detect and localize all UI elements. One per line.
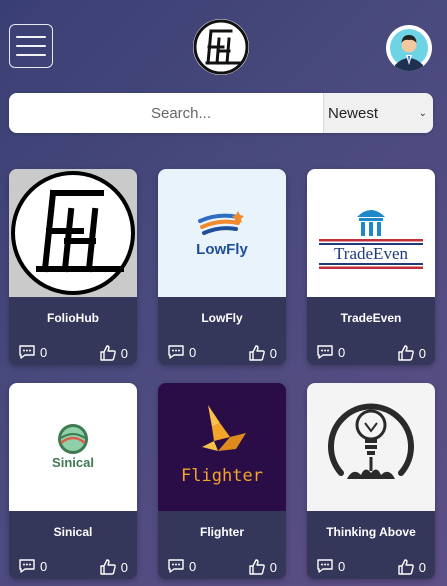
sort-select-value: Newest: [328, 104, 379, 122]
card-info: Thinking Above 0 0: [307, 511, 435, 579]
comment-count[interactable]: 0: [316, 344, 345, 360]
like-count[interactable]: 0: [397, 558, 426, 576]
comment-count[interactable]: 0: [18, 558, 47, 574]
card-title: TradeEven: [340, 311, 402, 325]
flighter-logo-text: Flighter: [181, 466, 263, 486]
app-header: [0, 0, 447, 92]
tradeeven-logo-image: TradeEven: [307, 169, 435, 297]
comment-icon: [317, 559, 333, 573]
project-card[interactable]: LowFly LowFly 0 0: [158, 169, 286, 365]
comment-icon: [168, 345, 184, 359]
chevron-down-icon: ⌄: [418, 107, 427, 119]
flighter-logo-image: Flighter: [158, 383, 286, 511]
project-card[interactable]: TradeEven TradeEven 0 0: [307, 169, 435, 365]
card-title: LowFly: [201, 311, 243, 325]
like-count[interactable]: 0: [248, 558, 277, 576]
project-card[interactable]: Flighter Flighter 0 0: [158, 383, 286, 579]
comment-icon: [168, 559, 184, 573]
like-count[interactable]: 0: [99, 558, 128, 576]
thumbs-up-icon: [249, 345, 265, 361]
card-title: Flighter: [200, 525, 244, 539]
comment-count[interactable]: 0: [167, 558, 196, 574]
tradeeven-logo-text: TradeEven: [334, 244, 408, 263]
thumbs-up-icon: [398, 559, 414, 575]
comment-count[interactable]: 0: [316, 558, 345, 574]
hamburger-menu-icon: [16, 36, 46, 38]
sinical-logo-text: Sinical: [52, 455, 94, 470]
sort-select[interactable]: Newest ⌄: [323, 93, 433, 133]
like-count[interactable]: 0: [397, 344, 426, 362]
card-info: LowFly 0 0: [158, 297, 286, 365]
like-count[interactable]: 0: [99, 344, 128, 362]
user-avatar-icon[interactable]: [386, 25, 432, 71]
search-bar: Newest ⌄: [9, 93, 433, 133]
thumbs-up-icon: [249, 559, 265, 575]
thinking-above-logo-image: [307, 383, 435, 511]
project-card[interactable]: Sinical Sinical 0 0: [9, 383, 137, 579]
card-info: TradeEven 0 0: [307, 297, 435, 365]
foliohub-logo-icon[interactable]: [193, 19, 249, 75]
project-card[interactable]: FolioHub 0 0: [9, 169, 137, 365]
lowfly-logo-text: LowFly: [196, 241, 248, 258]
comment-count[interactable]: 0: [167, 344, 196, 360]
lowfly-logo-image: LowFly: [158, 169, 286, 297]
comment-icon: [317, 345, 333, 359]
card-title: FolioHub: [47, 311, 99, 325]
foliohub-logo-image: [9, 169, 137, 297]
menu-button[interactable]: [9, 24, 53, 68]
thumbs-up-icon: [100, 559, 116, 575]
card-title: Thinking Above: [326, 525, 416, 539]
card-title: Sinical: [53, 525, 93, 539]
project-card[interactable]: Thinking Above 0 0: [307, 383, 435, 579]
like-count[interactable]: 0: [248, 344, 277, 362]
card-info: FolioHub 0 0: [9, 297, 137, 365]
comment-count[interactable]: 0: [18, 344, 47, 360]
card-info: Sinical 0 0: [9, 511, 137, 579]
card-info: Flighter 0 0: [158, 511, 286, 579]
thumbs-up-icon: [100, 345, 116, 361]
search-input[interactable]: [9, 93, 323, 133]
sinical-logo-image: Sinical: [9, 383, 137, 511]
thumbs-up-icon: [398, 345, 414, 361]
comment-icon: [19, 559, 35, 573]
comment-icon: [19, 345, 35, 359]
